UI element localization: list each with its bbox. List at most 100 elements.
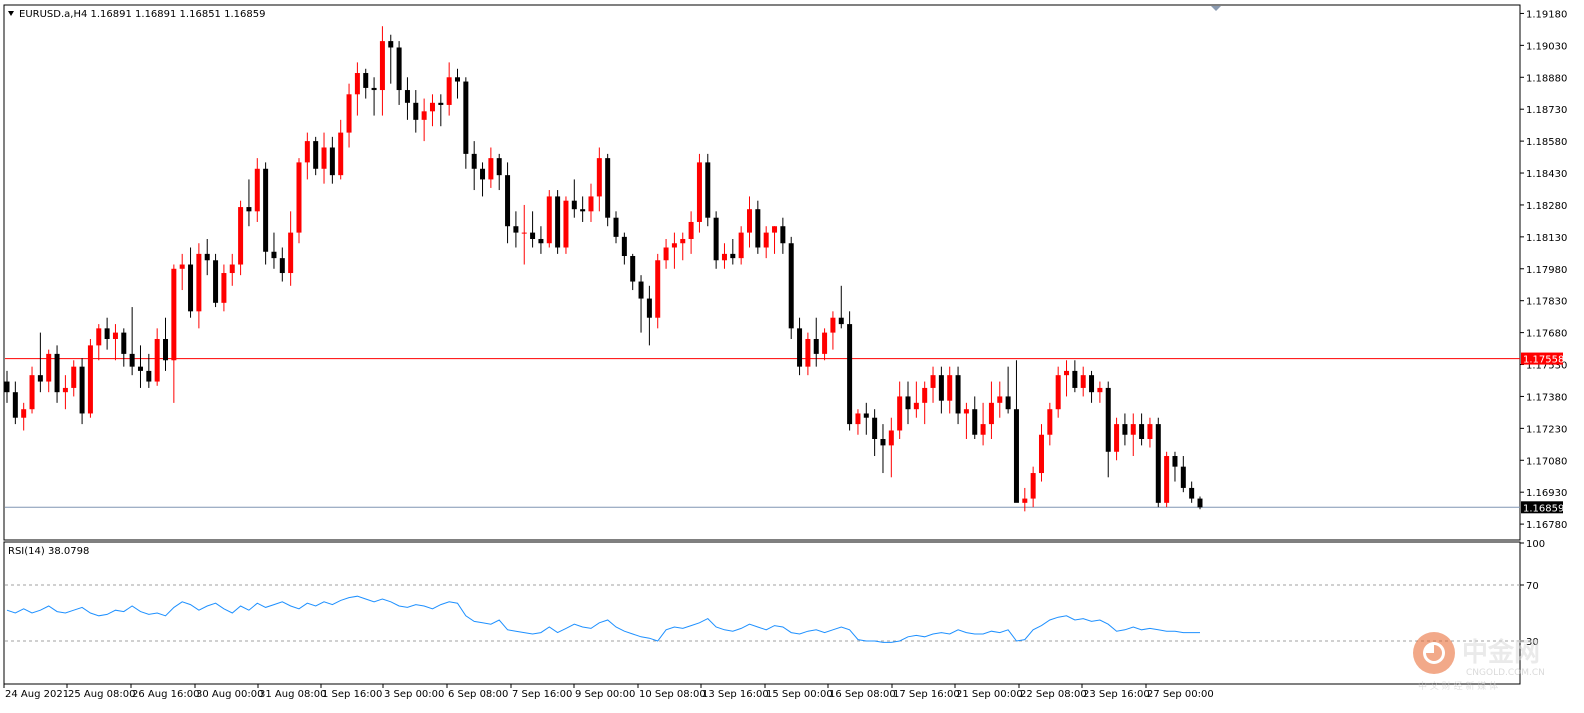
candle-body — [121, 332, 127, 354]
price-tick-label: 1.17680 — [1526, 329, 1567, 340]
candle-body — [521, 232, 527, 234]
time-tick-label: 25 Aug 08:00 — [68, 689, 135, 700]
candle-body — [163, 338, 169, 361]
candle-body — [429, 102, 435, 112]
candle-body — [1072, 370, 1078, 388]
candle-body — [721, 253, 727, 261]
candle-body — [346, 94, 352, 133]
candle-body — [96, 328, 102, 346]
candle-body — [680, 238, 686, 244]
candle-body — [863, 413, 869, 418]
candle-body — [780, 226, 786, 244]
time-tick-label: 7 Sep 16:00 — [512, 689, 572, 700]
candle-body — [1030, 473, 1036, 499]
price-tick-label: 1.18280 — [1526, 201, 1567, 212]
rsi-header: RSI(14) 38.0798 — [8, 546, 89, 557]
candle-body — [338, 132, 344, 176]
candle-body — [480, 168, 486, 180]
candle-body — [755, 209, 761, 248]
rsi-tick-label: 70 — [1526, 581, 1539, 592]
candle-body — [830, 317, 836, 333]
candle-body — [1197, 498, 1203, 508]
candle-body — [1164, 456, 1170, 503]
price-tick-label: 1.17380 — [1526, 392, 1567, 403]
candle-body — [379, 41, 385, 91]
candle-body — [204, 253, 210, 261]
candle-body — [705, 162, 711, 218]
candle-body — [1080, 375, 1086, 388]
time-tick-label: 1 Sep 16:00 — [322, 689, 382, 700]
time-tick-label: 9 Sep 00:00 — [575, 689, 635, 700]
candle-body — [496, 158, 502, 176]
candle-body — [972, 409, 978, 435]
candle-body — [797, 328, 803, 367]
chart-header: EURUSD.a,H4 1.16891 1.16891 1.16851 1.16… — [19, 9, 265, 20]
candle-body — [21, 409, 27, 418]
candle-body — [621, 236, 627, 257]
time-tick-label: 17 Sep 16:00 — [893, 689, 960, 700]
candle-body — [1114, 424, 1120, 452]
candle-body — [1122, 424, 1128, 435]
candle-body — [822, 332, 828, 354]
candle-body — [580, 209, 586, 212]
candle-body — [1180, 466, 1186, 488]
price-tick-label: 1.17230 — [1526, 424, 1567, 435]
candle-body — [855, 413, 861, 425]
candle-body — [413, 102, 419, 120]
candle-body — [788, 243, 794, 329]
candle-body — [1064, 370, 1070, 376]
watermark-logo: 中金网 CNGOLD.COM.CN 中 文 财 经 新 媒 体 — [1413, 632, 1545, 692]
candle-body — [1089, 375, 1095, 393]
candle-body — [696, 162, 702, 222]
price-tick-label: 1.19180 — [1526, 9, 1567, 20]
candle-body — [455, 77, 461, 82]
candle-body — [588, 196, 594, 212]
candle-body — [880, 438, 886, 446]
price-tick-label: 1.18430 — [1526, 169, 1567, 180]
candle-body — [505, 175, 511, 227]
candle-body — [188, 264, 194, 312]
candle-body — [213, 260, 219, 303]
candle-body — [655, 260, 661, 318]
time-tick-label: 21 Sep 00:00 — [956, 689, 1023, 700]
candle-body — [87, 345, 93, 414]
candle-body — [196, 253, 202, 312]
rsi-tick-label: 100 — [1526, 539, 1545, 550]
candle-body — [488, 158, 494, 180]
candle-body — [555, 196, 561, 248]
candle-body — [888, 430, 894, 446]
time-tick-label: 16 Sep 08:00 — [829, 689, 896, 700]
candle-body — [171, 268, 177, 361]
candle-body — [1097, 387, 1103, 393]
chart-window[interactable]: EURUSD.a,H4 1.16891 1.16891 1.16851 1.16… — [0, 0, 1584, 709]
candle-body — [271, 251, 277, 259]
price-tick-label: 1.19030 — [1526, 41, 1567, 52]
candle-body — [304, 141, 310, 163]
candle-body — [446, 77, 452, 105]
candle-body — [988, 402, 994, 425]
watermark-domain: CNGOLD.COM.CN — [1466, 668, 1545, 678]
price-tick-label: 1.17080 — [1526, 456, 1567, 467]
candle-body — [772, 226, 778, 233]
candle-body — [321, 147, 327, 169]
time-tick-label: 27 Sep 00:00 — [1147, 689, 1214, 700]
candle-body — [129, 353, 135, 367]
price-tick-label: 1.16780 — [1526, 520, 1567, 531]
candle-body — [62, 387, 68, 393]
candle-body — [137, 366, 143, 371]
candle-body — [79, 366, 85, 414]
price-tick-label: 1.18130 — [1526, 233, 1567, 244]
candle-body — [29, 375, 35, 410]
time-tick-label: 6 Sep 08:00 — [448, 689, 508, 700]
candle-body — [363, 73, 369, 88]
candle-body — [246, 207, 252, 212]
candle-body — [746, 209, 752, 233]
candle-body — [922, 387, 928, 403]
candle-body — [238, 207, 244, 265]
candle-body — [229, 264, 235, 274]
candle-body — [146, 370, 152, 382]
chart-canvas[interactable]: EURUSD.a,H4 1.16891 1.16891 1.16851 1.16… — [0, 0, 1584, 709]
candle-body — [897, 396, 903, 431]
candle-body — [546, 196, 552, 244]
price-tick-label: 1.18880 — [1526, 73, 1567, 84]
